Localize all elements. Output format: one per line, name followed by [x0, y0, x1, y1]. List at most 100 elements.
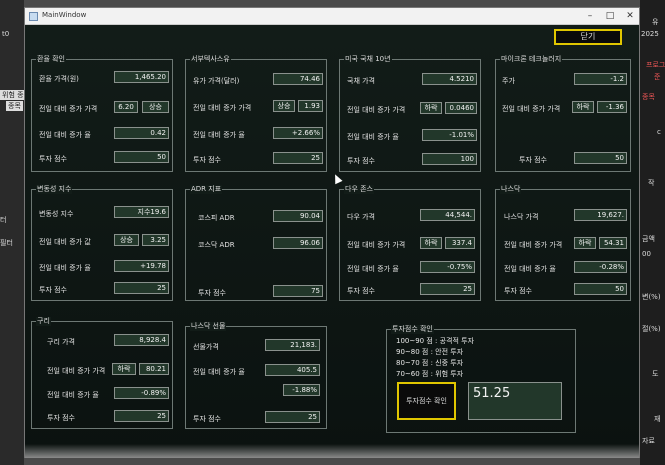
dow-pct-label: 전일 대비 증가 율 — [347, 265, 399, 273]
micron-change-direction: 하락 — [572, 101, 594, 113]
nasdaq-futures-score-value: 25 — [265, 411, 320, 423]
us10y-price-label: 국채 가격 — [347, 77, 375, 85]
us10y-score-value: 100 — [422, 153, 477, 165]
copper-score-value: 25 — [114, 410, 169, 422]
bg-text: 금액 — [642, 235, 655, 243]
bottom-strip — [25, 444, 639, 458]
fx-panel: 환율 확인 환율 가격(원) 1,465.20 전일 대비 증가 가격 6.20… — [31, 55, 173, 172]
fx-pct-value: 0.42 — [114, 127, 169, 139]
fx-pct-label: 전일 대비 증가 율 — [39, 131, 91, 139]
dow-change-label: 전일 대비 증가 가격 — [347, 241, 406, 249]
content-area: 닫기 환율 확인 환율 가격(원) 1,465.20 전일 대비 증가 가격 6… — [25, 25, 639, 458]
bg-text: 종목 — [642, 93, 655, 101]
copper-pct-value: -0.89% — [114, 387, 169, 399]
copper-price-label: 구리 가격 — [47, 338, 75, 346]
vix-panel: 변동성 지수 변동성 지수 지수19.6 전일 대비 증가 값 상승 3.25 … — [31, 185, 173, 301]
window-close-button[interactable]: ✕ — [620, 10, 640, 23]
dow-price-value: 44,544. — [420, 209, 475, 221]
nasdaq-panel: 나스닥 나스닥 가격 19,627. 전일 대비 증가 가격 하락 54.31 … — [495, 185, 631, 301]
panel-title: 나스닥 — [500, 185, 522, 194]
nasdaq-futures-pct-value: -1.88% — [283, 384, 320, 396]
adr-kospi-value: 90.04 — [273, 210, 323, 222]
vix-pct-label: 전일 대비 증가 율 — [39, 264, 91, 272]
vix-pct-value: +19.78 — [114, 260, 169, 272]
wti-price-value: 74.46 — [273, 73, 323, 85]
nasdaq-change-direction: 하락 — [574, 237, 596, 249]
micron-change-value: -1.36 — [597, 101, 627, 113]
bg-text: 필터 — [0, 239, 13, 247]
bg-text: c — [657, 128, 661, 136]
minimize-button[interactable]: – — [580, 10, 600, 23]
nasdaq-futures-change-value: 405.5 — [265, 364, 320, 376]
score-check-panel: 투자점수 확인 100~90 점 : 공격적 투자 90~80 점 : 안전 투… — [386, 325, 576, 433]
bg-text: 2025 — [641, 30, 659, 38]
fx-rate-label: 환율 가격(원) — [39, 75, 79, 83]
close-button[interactable]: 닫기 — [554, 29, 622, 45]
nasdaq-score-label: 투자 점수 — [504, 287, 532, 295]
score-guide-line: 70~60 점 : 위험 투자 — [396, 370, 464, 378]
bg-text: 작 — [648, 179, 655, 187]
bg-text: 유 — [652, 18, 659, 26]
window-title: MainWindow — [42, 11, 87, 19]
nasdaq-futures-change-label: 전일 대비 증가 율 — [193, 368, 245, 376]
bg-text: 00 — [642, 250, 651, 258]
panel-title: 변동성 지수 — [36, 185, 73, 194]
panel-title: 투자점수 확인 — [391, 325, 434, 334]
wti-panel: 서부텍사스유 유가 가격(달러) 74.46 전일 대비 증가 가격 상승 1.… — [185, 55, 327, 172]
micron-score-value: 50 — [574, 152, 627, 164]
dow-change-value: 337.4 — [445, 237, 475, 249]
copper-price-value: 8,928.4 — [114, 334, 169, 346]
nasdaq-pct-label: 전일 대비 증가 율 — [504, 265, 556, 273]
fx-rate-value: 1,465.20 — [114, 71, 169, 83]
adr-kosdaq-value: 96.06 — [273, 237, 323, 249]
us10y-panel: 미국 국채 10년 국채 가격 4.5210 전일 대비 증가 가격 하락 0.… — [339, 55, 481, 172]
adr-panel: ADR 지표 코스피 ADR 90.04 코스닥 ADR 96.06 투자 점수… — [185, 185, 327, 301]
bg-text: 종목 — [6, 101, 23, 111]
bg-text: 프로그 — [646, 61, 665, 69]
bg-text: 위험 종 — [0, 90, 24, 100]
panel-title: 나스닥 선물 — [190, 322, 227, 331]
wti-change-label: 전일 대비 증가 가격 — [193, 104, 252, 112]
wti-price-label: 유가 가격(달러) — [193, 77, 240, 85]
wti-score-label: 투자 점수 — [193, 156, 221, 164]
nasdaq-price-label: 나스닥 가격 — [504, 213, 539, 221]
wti-change-value: 1.93 — [298, 100, 323, 112]
us10y-pct-label: 전일 대비 증가 율 — [347, 133, 399, 141]
total-score-value: 51.25 — [468, 382, 562, 420]
background-right-window: 유 2025 프로그 준 종목 c 작 금액 00 변(%) 절(%) 도 재 … — [640, 0, 665, 465]
panel-title: 환율 확인 — [36, 55, 66, 64]
wti-pct-value: +2.66% — [273, 127, 323, 139]
wti-score-value: 25 — [273, 152, 323, 164]
check-score-button[interactable]: 투자점수 확인 — [397, 382, 456, 420]
copper-score-label: 투자 점수 — [47, 414, 75, 422]
dow-panel: 다우 존스 다우 가격 44,544. 전일 대비 증가 가격 하락 337.4… — [339, 185, 481, 301]
nasdaq-change-label: 전일 대비 증가 가격 — [504, 241, 563, 249]
us10y-pct-value: -1.01% — [422, 129, 477, 141]
wti-pct-label: 전일 대비 증가 율 — [193, 131, 245, 139]
us10y-change-value: 0.0460 — [445, 102, 477, 114]
nasdaq-pct-value: -0.28% — [574, 261, 627, 273]
score-guide-line: 80~70 점 : 신중 투자 — [396, 359, 464, 367]
dow-change-direction: 하락 — [420, 237, 442, 249]
nasdaq-futures-price-label: 선물가격 — [193, 343, 219, 351]
micron-score-label: 투자 점수 — [519, 156, 547, 164]
nasdaq-futures-price-value: 21,183. — [265, 339, 320, 351]
dow-pct-value: -0.75% — [420, 261, 475, 273]
background-left-window: t0 위험 종 종목 터 필터 — [0, 0, 24, 465]
panel-title: 서부텍사스유 — [190, 55, 231, 64]
nasdaq-price-value: 19,627. — [574, 209, 627, 221]
app-icon — [29, 12, 38, 21]
adr-kospi-label: 코스피 ADR — [198, 214, 235, 222]
copper-change-value: 80.21 — [139, 363, 169, 375]
bg-text: 터 — [0, 216, 7, 224]
title-bar: MainWindow – □ ✕ — [25, 8, 639, 25]
bg-text: 자료 — [642, 437, 655, 445]
vix-index-value: 지수19.6 — [114, 206, 169, 218]
vix-change-value: 3.25 — [142, 234, 169, 246]
main-window: MainWindow – □ ✕ 닫기 환율 확인 환율 가격(원) 1,465… — [24, 7, 640, 458]
bg-text: 절(%) — [642, 325, 661, 333]
copper-pct-label: 전일 대비 증가 율 — [47, 391, 99, 399]
maximize-button[interactable]: □ — [600, 10, 620, 23]
micron-price-value: -1.2 — [574, 73, 627, 85]
micron-change-label: 전일 대비 증가 가격 — [502, 105, 561, 113]
